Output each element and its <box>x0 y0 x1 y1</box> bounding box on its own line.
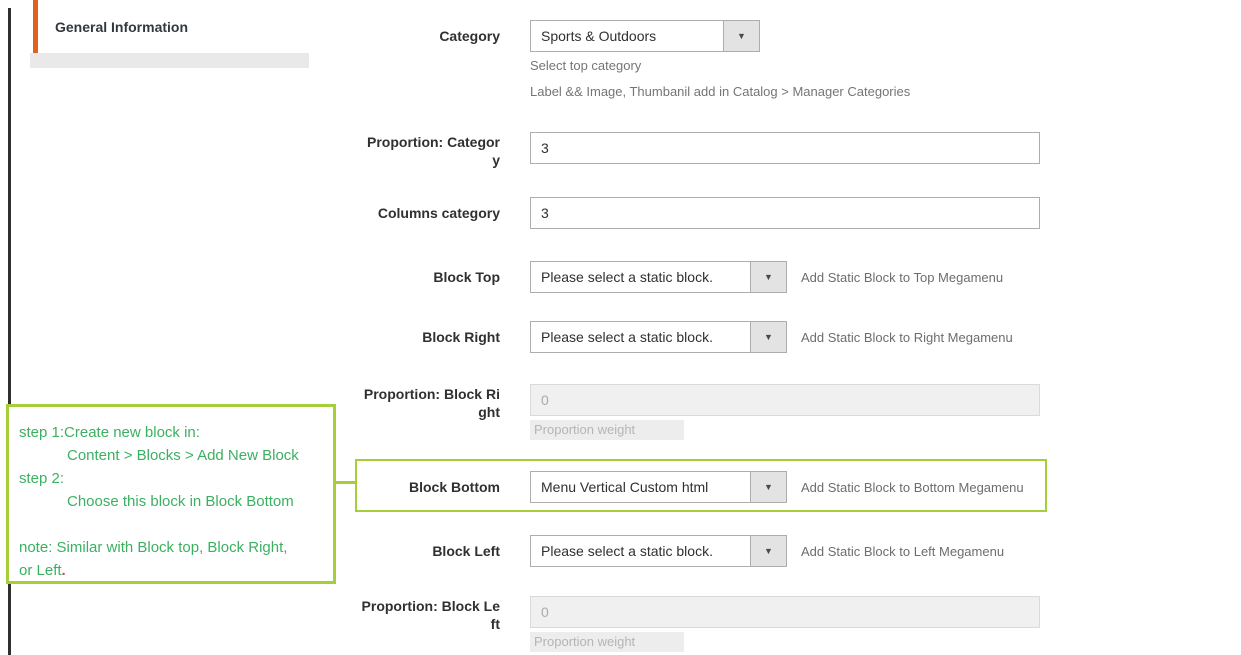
annotation-spacer <box>19 513 323 536</box>
block-left-note: Add Static Block to Left Megamenu <box>801 544 1004 559</box>
annotation-step1: step 1:Create new block in: <box>19 421 323 444</box>
block-top-select[interactable]: Please select a static block. ▼ <box>530 261 787 293</box>
tab-general-information-label: General Information <box>55 19 188 35</box>
block-right-note: Add Static Block to Right Megamenu <box>801 330 1013 345</box>
field-row-category: Category Sports & Outdoors ▼ Select top … <box>360 20 910 100</box>
proportion-block-left-note: Proportion weight <box>530 632 684 652</box>
field-row-block-top: Block Top Please select a static block. … <box>360 261 1003 293</box>
block-bottom-note: Add Static Block to Bottom Megamenu <box>801 480 1024 495</box>
columns-category-input[interactable] <box>530 197 1040 229</box>
block-top-note: Add Static Block to Top Megamenu <box>801 270 1003 285</box>
category-note-label-image: Label && Image, Thumbanil add in Catalog… <box>530 84 910 100</box>
proportion-category-input[interactable] <box>530 132 1040 164</box>
field-row-proportion-block-right: Proportion: Block Ri ght Proportion weig… <box>360 384 1040 440</box>
block-right-select[interactable]: Please select a static block. ▼ <box>530 321 787 353</box>
chevron-down-icon[interactable]: ▼ <box>723 21 759 51</box>
columns-category-label: Columns category <box>360 197 500 222</box>
proportion-category-label: Proportion: Categor y <box>360 132 500 169</box>
block-right-label: Block Right <box>360 321 500 346</box>
chevron-down-icon[interactable]: ▼ <box>750 472 786 502</box>
block-bottom-select[interactable]: Menu Vertical Custom html ▼ <box>530 471 787 503</box>
annotation-note-period: . <box>62 562 66 579</box>
proportion-block-left-input <box>530 596 1040 628</box>
category-note-select-top: Select top category <box>530 58 910 74</box>
proportion-block-right-input <box>530 384 1040 416</box>
admin-form-screen: General Information Category Sports & Ou… <box>0 0 1241 655</box>
block-left-select[interactable]: Please select a static block. ▼ <box>530 535 787 567</box>
block-left-select-value: Please select a static block. <box>531 536 750 566</box>
field-row-columns-category: Columns category <box>360 197 1040 229</box>
annotation-note-line2: or Left. <box>19 559 323 582</box>
field-row-proportion-block-left: Proportion: Block Le ft Proportion weigh… <box>360 596 1040 652</box>
block-right-select-value: Please select a static block. <box>531 322 750 352</box>
category-select[interactable]: Sports & Outdoors ▼ <box>530 20 760 52</box>
annotation-box: step 1:Create new block in: Content > Bl… <box>6 404 336 584</box>
block-bottom-select-value: Menu Vertical Custom html <box>531 472 750 502</box>
field-row-block-right: Block Right Please select a static block… <box>360 321 1013 353</box>
annotation-note-line2-text: or Left <box>19 562 62 579</box>
block-bottom-label: Block Bottom <box>360 471 500 496</box>
category-label: Category <box>360 20 500 45</box>
proportion-block-left-label: Proportion: Block Le ft <box>360 596 500 633</box>
block-top-select-value: Please select a static block. <box>531 262 750 292</box>
proportion-block-right-label: Proportion: Block Ri ght <box>360 384 500 421</box>
category-select-value: Sports & Outdoors <box>531 21 723 51</box>
field-row-block-bottom: Block Bottom Menu Vertical Custom html ▼… <box>360 471 1024 503</box>
block-left-label: Block Left <box>360 535 500 560</box>
chevron-down-icon[interactable]: ▼ <box>750 322 786 352</box>
annotation-note-line1: note: Similar with Block top, Block Righ… <box>19 536 323 559</box>
tab-general-information[interactable]: General Information <box>33 0 309 53</box>
annotation-step2-detail: Choose this block in Block Bottom <box>19 490 323 513</box>
field-row-block-left: Block Left Please select a static block.… <box>360 535 1004 567</box>
tab-shelf-bar <box>30 53 309 68</box>
chevron-down-icon[interactable]: ▼ <box>750 262 786 292</box>
annotation-step1-detail: Content > Blocks > Add New Block <box>19 444 323 467</box>
annotation-step2: step 2: <box>19 467 323 490</box>
block-top-label: Block Top <box>360 261 500 286</box>
chevron-down-icon[interactable]: ▼ <box>750 536 786 566</box>
proportion-block-right-note: Proportion weight <box>530 420 684 440</box>
field-row-proportion-category: Proportion: Categor y <box>360 132 1040 169</box>
annotation-connector-line <box>336 481 356 484</box>
